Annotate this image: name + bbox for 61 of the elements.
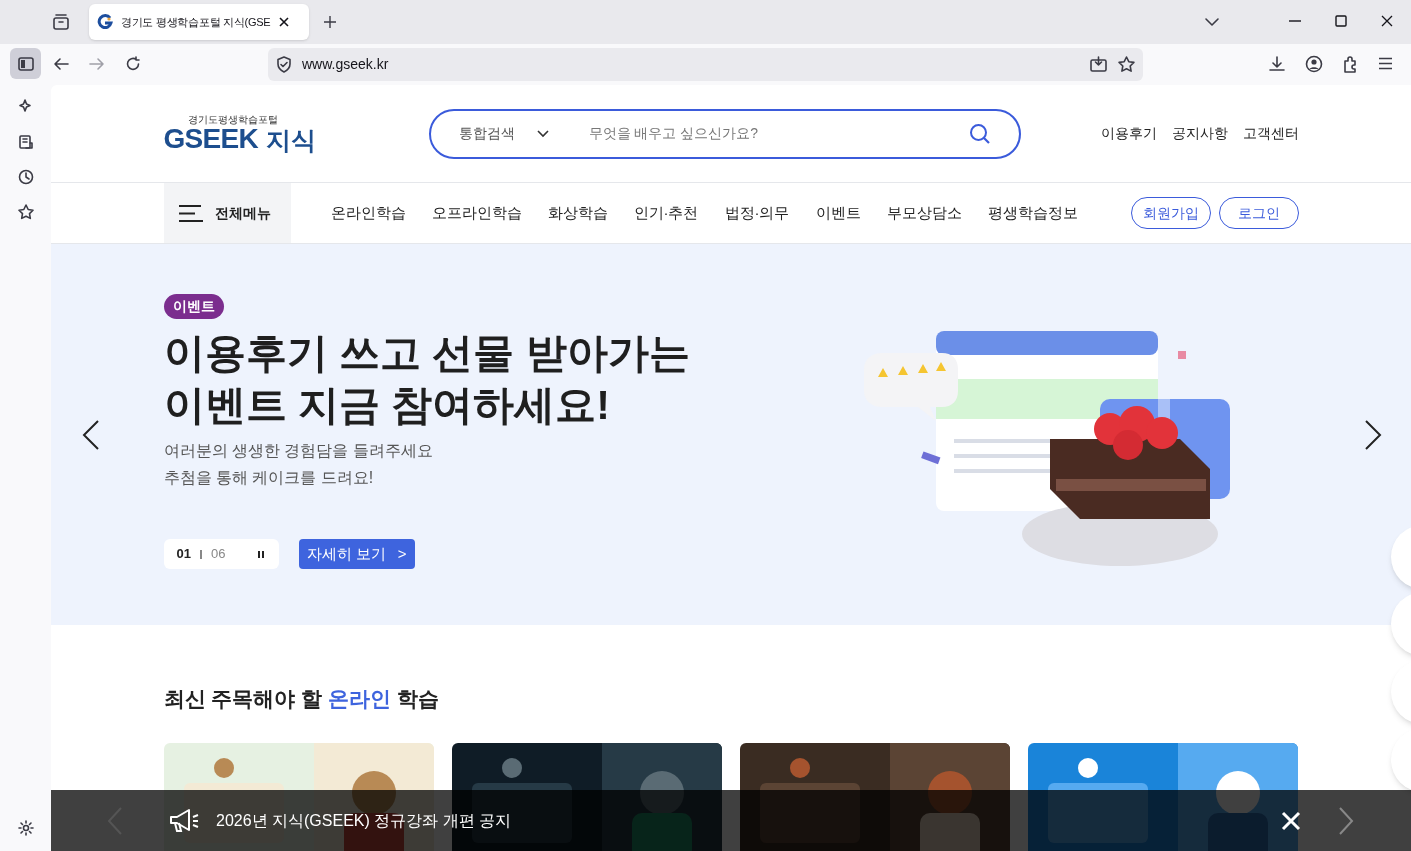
nav-item[interactable]: 부모상담소: [886, 201, 962, 225]
site-logo-icon: [97, 14, 113, 30]
sidebar-toggle-button[interactable]: [10, 48, 41, 79]
shield-icon: [276, 56, 292, 73]
star-icon[interactable]: [1118, 56, 1135, 72]
tab-list-icon[interactable]: [52, 13, 70, 31]
megaphone-icon: [168, 806, 200, 835]
header-link[interactable]: 공지사항: [1171, 123, 1228, 144]
search-category-dropdown[interactable]: 통합검색: [458, 123, 589, 144]
nav-item[interactable]: 평생학습정보: [987, 201, 1078, 225]
menu-icon: [178, 204, 203, 222]
tabs-icon[interactable]: [18, 134, 34, 150]
slide-total: 06: [210, 545, 226, 564]
nav-item[interactable]: 화상학습: [547, 201, 608, 225]
save-page-icon[interactable]: [1090, 56, 1107, 72]
sidebar-icon: [17, 56, 34, 71]
new-tab-icon[interactable]: [323, 15, 337, 29]
header-link[interactable]: 고객센터: [1242, 123, 1299, 144]
logo-wordmark: GSEEK: [163, 124, 259, 153]
nav-item[interactable]: 법정·의무: [724, 201, 790, 225]
notice-text[interactable]: 2026년 지식(GSEEK) 정규강좌 개편 공지: [216, 808, 512, 833]
auth-button[interactable]: 로그인: [1218, 197, 1299, 229]
close-icon[interactable]: [1381, 15, 1393, 27]
sparkle-icon[interactable]: [18, 98, 34, 114]
address-bar[interactable]: www.gseek.kr: [268, 48, 1143, 81]
back-icon[interactable]: [53, 57, 69, 71]
search-icon[interactable]: [968, 122, 991, 145]
account-icon[interactable]: [1305, 55, 1323, 73]
search-bar[interactable]: 통합검색 무엇을 배우고 싶으신가요?: [428, 108, 1021, 159]
hero-description: 추첨을 통해 케이크를 드려요!: [163, 468, 375, 488]
nav-item[interactable]: 인기·추천: [633, 201, 699, 225]
header-link[interactable]: 이용후기: [1100, 123, 1157, 144]
details-button[interactable]: 자세히 보기 >: [298, 539, 415, 569]
history-icon[interactable]: [18, 169, 34, 185]
url-text: www.gseek.kr: [302, 55, 389, 74]
search-input[interactable]: 무엇을 배우고 싶으신가요?: [588, 123, 969, 144]
hero-title: 이용후기 쓰고 선물 받아가는: [163, 329, 691, 378]
reload-icon[interactable]: [125, 56, 141, 72]
auth-button[interactable]: 회원가입: [1130, 197, 1211, 229]
nav-item[interactable]: 오프라인학습: [431, 201, 522, 225]
logo-caption: 경기도평생학습포털: [187, 114, 279, 125]
hero-title: 이벤트 지금 참여하세요!: [163, 381, 611, 430]
logo-sub: 지식: [266, 127, 317, 153]
bookmarks-icon[interactable]: [18, 204, 34, 220]
download-icon[interactable]: [1269, 56, 1285, 72]
pause-icon[interactable]: [255, 549, 266, 559]
slide-current: 01: [176, 545, 191, 564]
section-title: 최신 주목해야 할 온라인 학습: [163, 686, 440, 712]
chevron-down-icon[interactable]: [1204, 16, 1220, 28]
close-icon[interactable]: [278, 16, 291, 28]
nav-item[interactable]: 온라인학습: [330, 201, 406, 225]
browser-tab[interactable]: 경기도 평생학습포털 지식(GSE: [89, 4, 309, 40]
nav-item[interactable]: 이벤트: [815, 201, 861, 225]
chevron-down-icon: [536, 129, 549, 138]
menu-icon[interactable]: [1378, 57, 1393, 70]
event-badge: 이벤트: [163, 294, 224, 319]
hero-description: 여러분의 생생한 경험담을 들려주세요: [163, 441, 434, 461]
maximize-icon[interactable]: [1335, 15, 1347, 27]
extensions-icon[interactable]: [1342, 55, 1359, 73]
tab-title: 경기도 평생학습포털 지식(GSE: [121, 14, 271, 30]
all-menu-button[interactable]: 전체메뉴: [163, 183, 291, 243]
